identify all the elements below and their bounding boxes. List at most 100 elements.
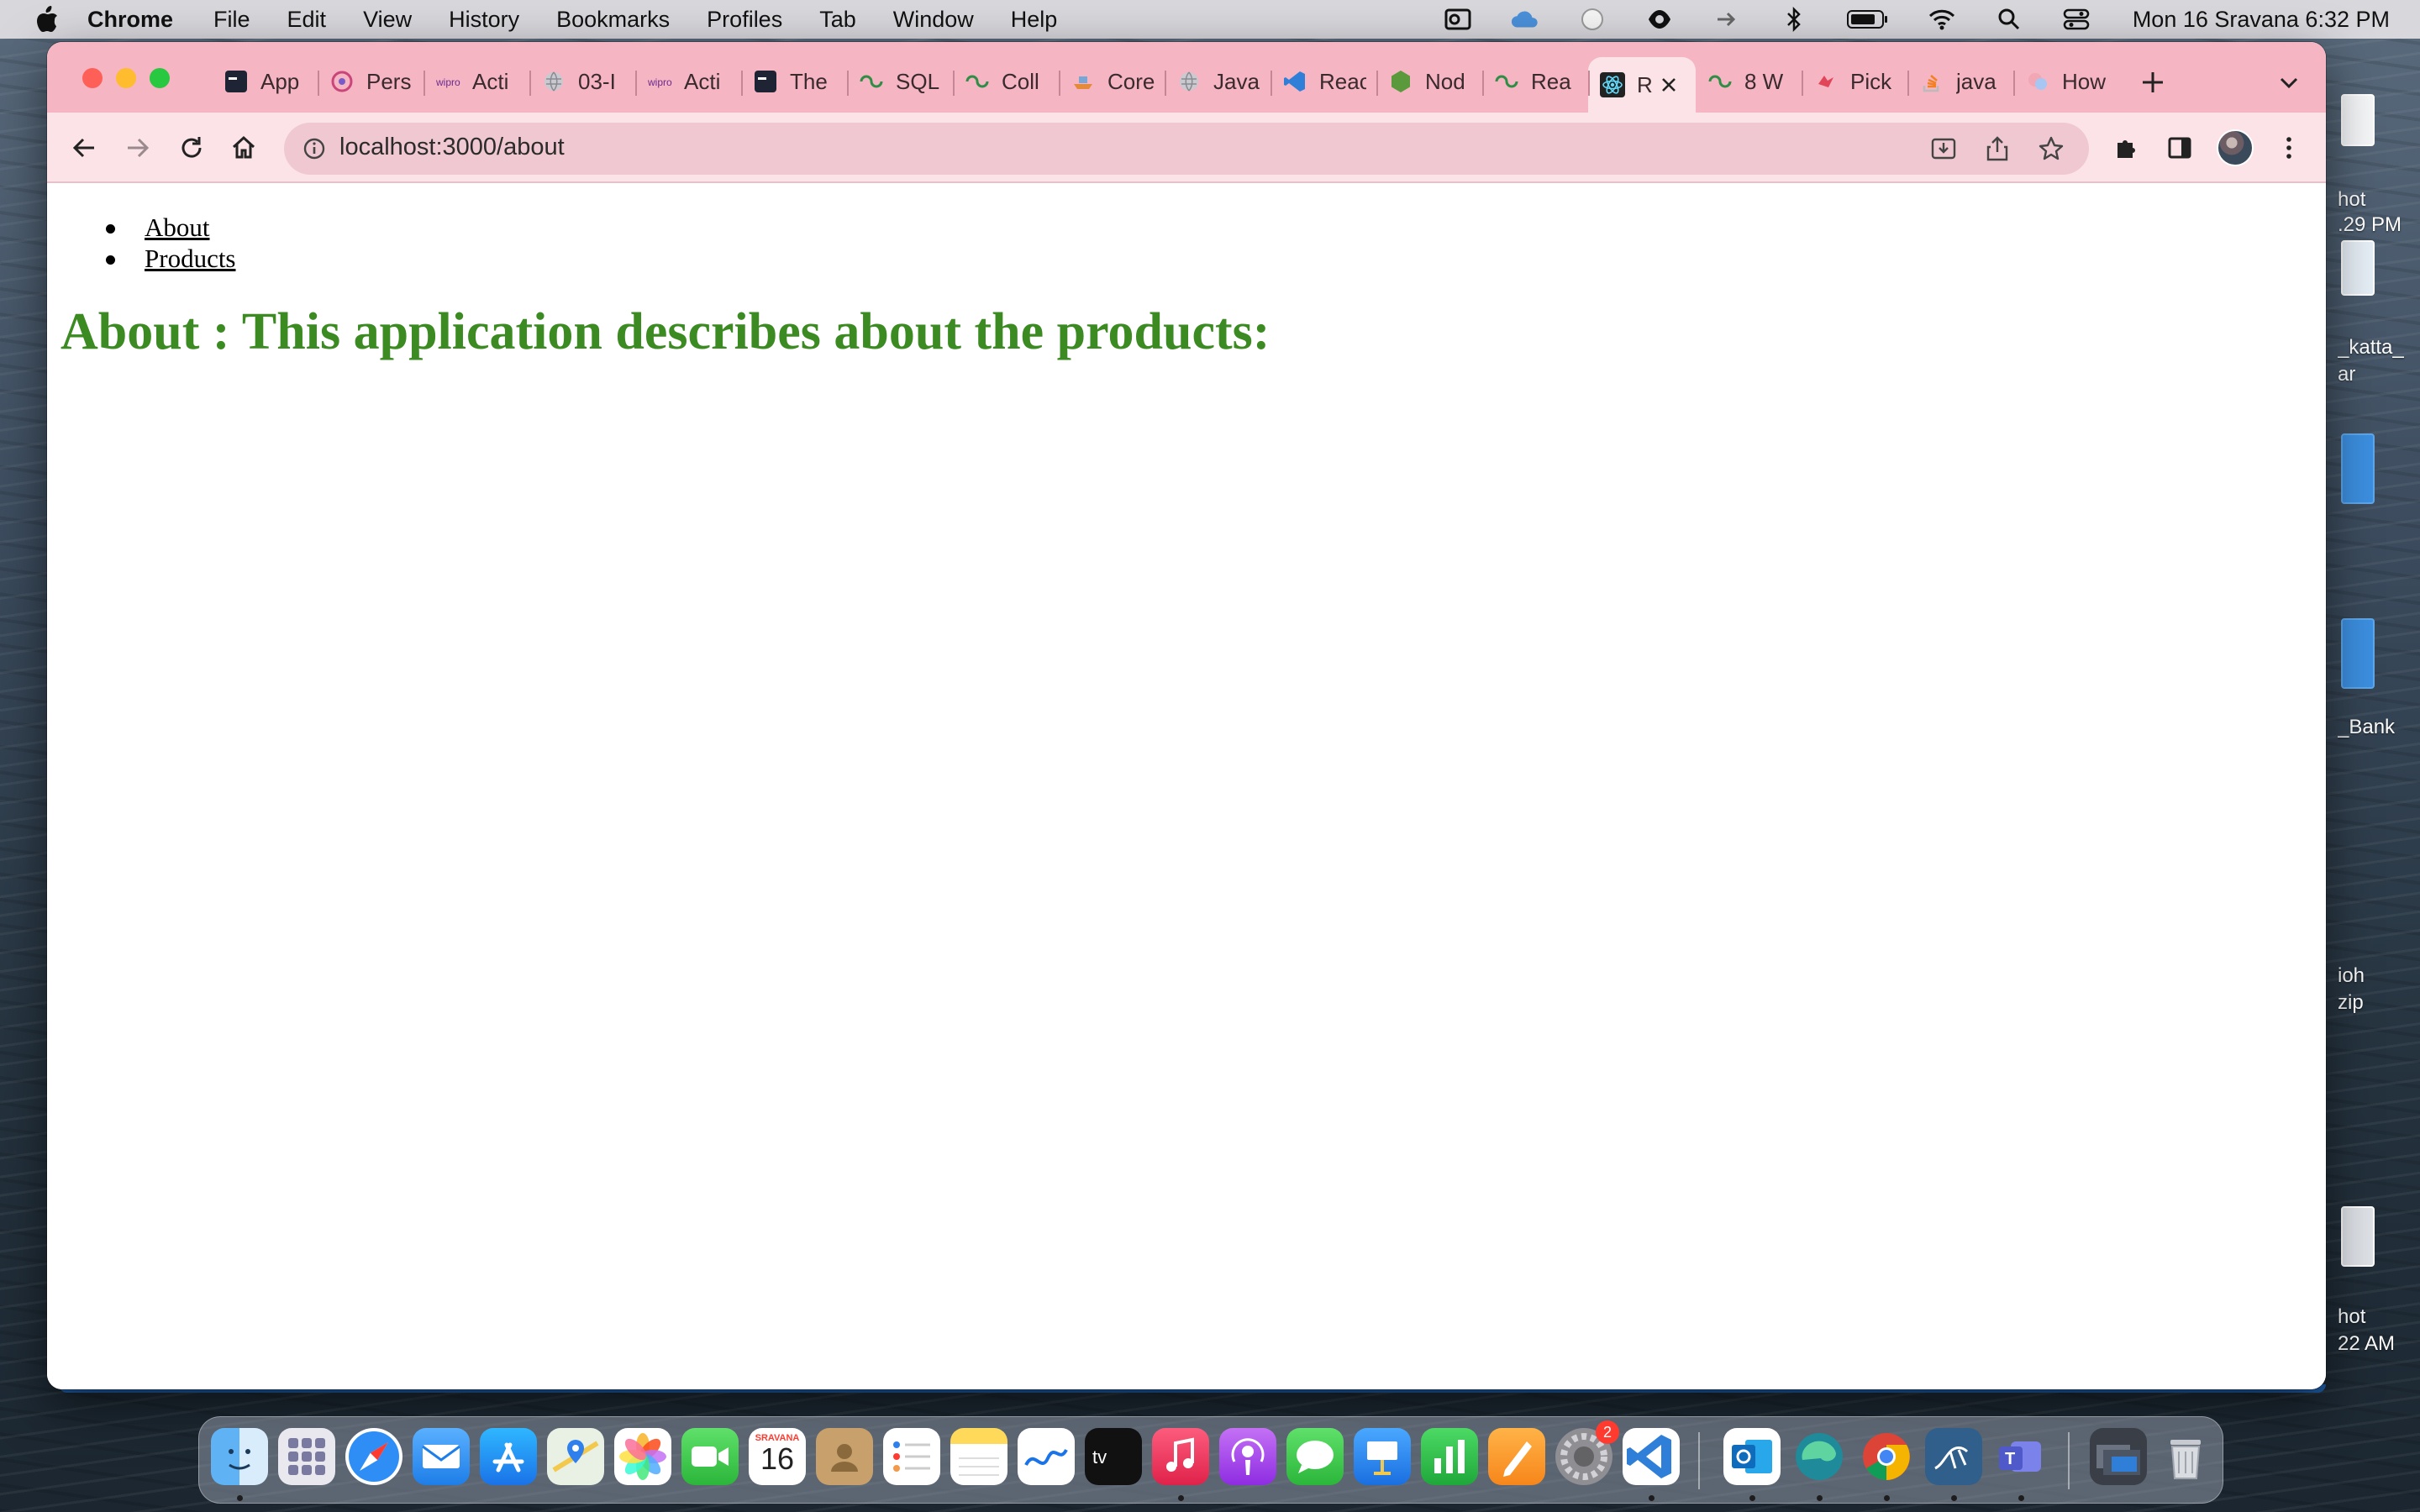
eye-icon[interactable] bbox=[1645, 7, 1674, 32]
menu-window[interactable]: Window bbox=[893, 7, 974, 33]
fullscreen-window-button[interactable] bbox=[150, 68, 170, 88]
app-store-icon[interactable] bbox=[480, 1428, 537, 1485]
mysql-workbench-icon[interactable] bbox=[1925, 1428, 1982, 1485]
photos-icon[interactable] bbox=[614, 1428, 671, 1485]
circle-icon[interactable] bbox=[1578, 7, 1607, 32]
freeform-icon[interactable] bbox=[1018, 1428, 1075, 1485]
minimize-window-button[interactable] bbox=[116, 68, 136, 88]
address-bar[interactable]: localhost:3000/about bbox=[284, 123, 2089, 175]
tab-rea[interactable]: Rea bbox=[1482, 57, 1588, 106]
desktop-file-label[interactable]: hot bbox=[2338, 186, 2420, 213]
desktop-file-label[interactable]: ar bbox=[2338, 361, 2420, 388]
desktop-file-label[interactable]: ioh bbox=[2338, 963, 2420, 990]
forward-arrow-icon[interactable] bbox=[121, 131, 155, 165]
bookmark-star-icon[interactable] bbox=[2037, 134, 2065, 163]
menu-view[interactable]: View bbox=[363, 7, 412, 33]
desktop-file-thumbnail[interactable] bbox=[2341, 94, 2375, 146]
close-window-button[interactable] bbox=[82, 68, 103, 88]
search-icon[interactable] bbox=[1995, 7, 2023, 32]
new-tab-plus-icon[interactable] bbox=[2136, 66, 2170, 99]
menu-help[interactable]: Help bbox=[1011, 7, 1058, 33]
chrome-icon[interactable] bbox=[1858, 1428, 1915, 1485]
notes-icon[interactable] bbox=[950, 1428, 1007, 1485]
home-icon[interactable] bbox=[227, 131, 260, 165]
apple-tv-icon[interactable]: tv bbox=[1085, 1428, 1142, 1485]
music-icon[interactable] bbox=[1152, 1428, 1209, 1485]
facetime-icon[interactable] bbox=[681, 1428, 739, 1485]
desktop-file-label[interactable]: zip bbox=[2338, 990, 2420, 1016]
tab-sql[interactable]: SQL bbox=[847, 57, 953, 106]
tab-coll[interactable]: Coll bbox=[953, 57, 1059, 106]
maps-icon[interactable] bbox=[547, 1428, 604, 1485]
back-arrow-icon[interactable] bbox=[67, 131, 101, 165]
finder-icon[interactable] bbox=[211, 1428, 268, 1485]
tab-nod[interactable]: Nod bbox=[1376, 57, 1482, 106]
install-app-icon[interactable] bbox=[1929, 134, 1958, 163]
profile-avatar[interactable] bbox=[2217, 129, 2254, 166]
desktop-file-label[interactable]: hot bbox=[2338, 1304, 2420, 1331]
tab-core[interactable]: Core bbox=[1059, 57, 1165, 106]
wifi-icon[interactable] bbox=[1928, 7, 1956, 32]
close-tab-icon[interactable] bbox=[1657, 73, 1681, 97]
reminders-icon[interactable] bbox=[883, 1428, 940, 1485]
desktop-folder-icon[interactable] bbox=[2341, 618, 2375, 689]
menu-bookmarks[interactable]: Bookmarks bbox=[556, 7, 670, 33]
side-panel-icon[interactable] bbox=[2163, 131, 2196, 165]
menu-file[interactable]: File bbox=[213, 7, 250, 33]
tab-reac[interactable]: Reac bbox=[1270, 57, 1376, 106]
bluetooth-icon[interactable] bbox=[1780, 6, 1808, 33]
contacts-icon[interactable] bbox=[816, 1428, 873, 1485]
desktop-file-label[interactable]: .29 PM bbox=[2338, 212, 2420, 239]
calendar-icon[interactable]: SRAVANA 16 bbox=[749, 1428, 806, 1485]
trash-icon[interactable] bbox=[2157, 1428, 2214, 1485]
arrow-icon[interactable] bbox=[1712, 7, 1741, 32]
menu-history[interactable]: History bbox=[449, 7, 519, 33]
numbers-icon[interactable] bbox=[1421, 1428, 1478, 1485]
apple-icon[interactable] bbox=[30, 0, 64, 39]
tab-how[interactable]: How bbox=[2013, 57, 2119, 106]
tab-8w[interactable]: 8 W bbox=[1696, 57, 1802, 106]
tab-java[interactable]: Java bbox=[1165, 57, 1270, 106]
share-icon[interactable] bbox=[1983, 134, 2012, 163]
battery-icon[interactable] bbox=[1846, 7, 1889, 32]
cloud-icon[interactable] bbox=[1511, 7, 1539, 32]
menu-edit[interactable]: Edit bbox=[287, 7, 327, 33]
messages-icon[interactable] bbox=[1286, 1428, 1344, 1485]
reload-icon[interactable] bbox=[175, 131, 208, 165]
tab-the[interactable]: The bbox=[741, 57, 847, 106]
tab-pers[interactable]: Pers bbox=[318, 57, 424, 106]
desktop-file-thumbnail[interactable] bbox=[2341, 240, 2375, 296]
tab-acti-2[interactable]: wipro Acti bbox=[635, 57, 741, 106]
tab-search-chevron-icon[interactable] bbox=[2274, 67, 2304, 97]
tab-app[interactable]: App bbox=[212, 57, 318, 106]
nav-link-about[interactable]: About bbox=[145, 213, 210, 242]
desktop-folder-icon[interactable] bbox=[2341, 433, 2375, 504]
outlook-icon[interactable] bbox=[1723, 1428, 1781, 1485]
site-info-icon[interactable] bbox=[301, 135, 328, 162]
control-center-icon[interactable] bbox=[2062, 7, 2091, 32]
menu-app-chrome[interactable]: Chrome bbox=[87, 7, 173, 33]
launchpad-icon[interactable] bbox=[278, 1428, 335, 1485]
tab-react-active[interactable]: R bbox=[1588, 57, 1696, 113]
outlook-status-icon[interactable] bbox=[1444, 7, 1472, 32]
podcasts-icon[interactable] bbox=[1219, 1428, 1276, 1485]
mail-icon[interactable] bbox=[413, 1428, 470, 1485]
safari-icon[interactable] bbox=[345, 1428, 402, 1485]
tab-acti[interactable]: wipro Acti bbox=[424, 57, 529, 106]
menubar-clock[interactable]: Mon 16 Sravana 6:32 PM bbox=[2133, 7, 2390, 33]
keynote-icon[interactable] bbox=[1354, 1428, 1411, 1485]
nav-link-products[interactable]: Products bbox=[145, 244, 236, 273]
address-bar-url[interactable]: localhost:3000/about bbox=[339, 134, 565, 161]
desktop-file-label[interactable]: 22 AM bbox=[2338, 1331, 2420, 1357]
desktop-file-label[interactable]: _katta_ bbox=[2338, 334, 2420, 361]
menu-tab[interactable]: Tab bbox=[819, 7, 856, 33]
pages-icon[interactable] bbox=[1488, 1428, 1545, 1485]
vscode-icon[interactable] bbox=[1623, 1428, 1680, 1485]
desktop-file-label[interactable]: _Bank bbox=[2338, 714, 2420, 741]
tab-pick[interactable]: Pick bbox=[1802, 57, 1907, 106]
tab-03[interactable]: 03-I bbox=[529, 57, 635, 106]
tab-java-so[interactable]: java bbox=[1907, 57, 2013, 106]
downloads-stack-icon[interactable] bbox=[2090, 1428, 2147, 1485]
desktop-file-thumbnail[interactable] bbox=[2341, 1206, 2375, 1267]
teams-icon[interactable]: T bbox=[1992, 1428, 2049, 1485]
